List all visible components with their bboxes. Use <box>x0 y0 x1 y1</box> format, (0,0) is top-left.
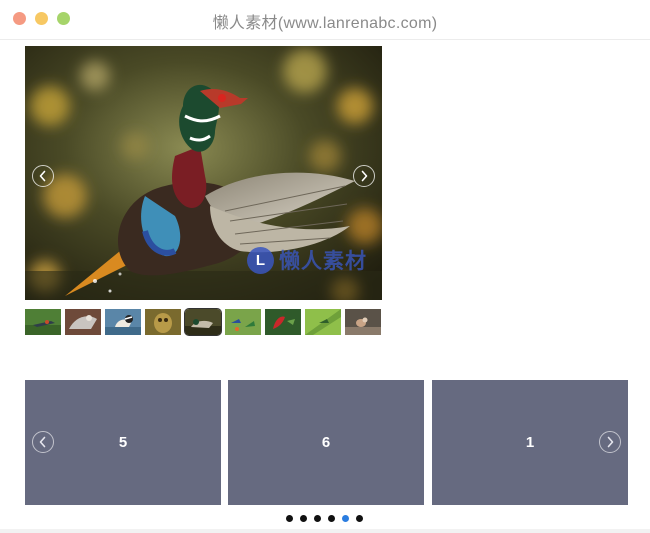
watermark: L 懒人素材 <box>247 246 367 274</box>
pagination-dot-active[interactable] <box>342 515 349 522</box>
owl-photo <box>145 309 181 335</box>
bottom-divider <box>0 529 650 533</box>
card-carousel: 5 6 1 <box>25 380 628 505</box>
hummingbird-photo <box>25 309 61 335</box>
pagination-dot[interactable] <box>356 515 363 522</box>
thumbnail-3[interactable] <box>105 309 141 335</box>
slide-number: 6 <box>321 434 331 451</box>
chevron-right-icon <box>361 170 368 182</box>
carousel-slide[interactable]: 5 <box>25 380 221 505</box>
thumbnail-9[interactable] <box>345 309 381 335</box>
thumbnail-8[interactable] <box>305 309 341 335</box>
pagination-dot[interactable] <box>286 515 293 522</box>
hummingbirds-photo <box>225 309 261 335</box>
pagination-dot[interactable] <box>328 515 335 522</box>
chevron-left-icon <box>39 170 46 182</box>
slide-number: 1 <box>525 434 535 451</box>
pagination-dot[interactable] <box>300 515 307 522</box>
window-titlebar: 懒人素材(www.lanrenabc.com) <box>0 0 650 40</box>
carousel-slide[interactable]: 6 <box>228 380 424 505</box>
watermark-text: 懒人素材 <box>279 250 367 273</box>
thumbnail-strip <box>25 309 382 335</box>
window-title: 懒人素材(www.lanrenabc.com) <box>212 15 438 32</box>
merganser-photo <box>105 309 141 335</box>
thumbnail-6[interactable] <box>225 309 261 335</box>
thumbnail-2[interactable] <box>65 309 101 335</box>
thumbnail-7[interactable] <box>265 309 301 335</box>
hummingbird-red-photo <box>265 309 301 335</box>
thumbnail-1[interactable] <box>25 309 61 335</box>
hummingbird-green-photo <box>305 309 341 335</box>
photo-prev-button[interactable] <box>32 165 54 187</box>
pagination-dot[interactable] <box>314 515 321 522</box>
chevron-left-icon <box>39 436 46 448</box>
carousel-next-button[interactable] <box>599 431 621 453</box>
watermark-logo: L <box>247 246 274 274</box>
slide-number: 5 <box>118 434 128 451</box>
thumbnail-4[interactable] <box>145 309 181 335</box>
main-photo: L 懒人素材 <box>25 46 382 300</box>
carousel-prev-button[interactable] <box>32 431 54 453</box>
chevron-right-icon <box>607 436 614 448</box>
hawk-photo <box>65 309 101 335</box>
thumbnail-5[interactable] <box>185 309 221 335</box>
wood-duck-photo <box>185 309 221 335</box>
small-bird-photo <box>345 309 381 335</box>
photo-next-button[interactable] <box>353 165 375 187</box>
